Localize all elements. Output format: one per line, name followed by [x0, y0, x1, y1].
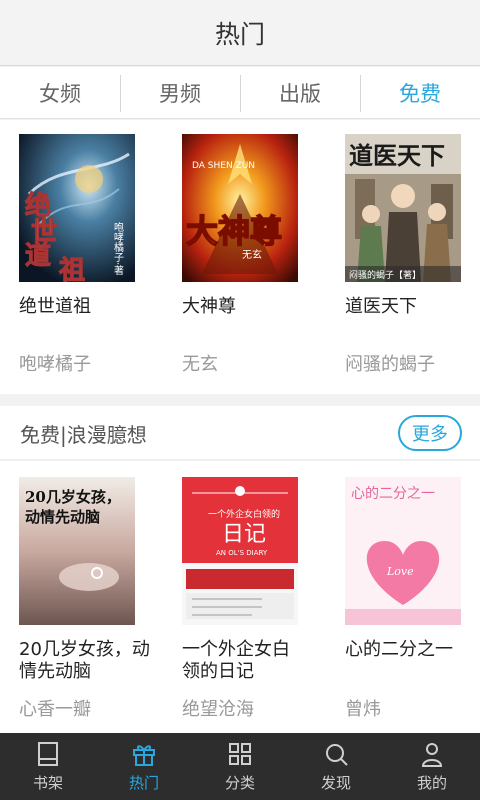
book-title[interactable]: 绝世道祖	[19, 296, 159, 318]
book-author: 咆哮橘子	[19, 354, 91, 375]
book-title[interactable]: 大神尊	[182, 296, 322, 318]
book-author: 闷骚的蝎子	[345, 354, 435, 375]
nav-popular[interactable]: 热门	[96, 733, 192, 800]
cover-author: 闷骚的蝎子【著】	[349, 269, 421, 281]
nav-discover[interactable]: 发现	[288, 733, 384, 800]
tab-female[interactable]: 女频	[0, 67, 120, 118]
section-title: 免费|浪漫臆想	[20, 423, 147, 447]
nav-label: 分类	[224, 774, 255, 792]
cover-subtitle: 一个外企女白领的	[208, 508, 280, 520]
cover-title: 心的二分之一	[351, 486, 435, 502]
cover-title-3: 道	[25, 240, 51, 271]
nav-label: 我的	[416, 774, 447, 792]
category-tabs: 女频 男频 出版 免费	[0, 67, 480, 119]
tab-male[interactable]: 男频	[120, 67, 240, 118]
cover-image: 绝 世 道 祖 咆哮橘子·著	[19, 134, 135, 282]
cover-english: AN OL'S DIARY	[216, 549, 268, 557]
cover-author: 无玄	[242, 248, 262, 261]
cover-title: 大神尊	[186, 212, 282, 250]
tab-label: 免费	[399, 81, 441, 106]
cover-author: 咆哮橘子·著	[112, 222, 124, 275]
cover-image: 道医天下 闷骚的蝎子【著】	[345, 134, 461, 282]
page-title: 热门	[214, 19, 265, 49]
gift-icon	[133, 745, 155, 766]
section-header: 免费|浪漫臆想 更多	[0, 406, 480, 460]
nav-label: 发现	[320, 774, 351, 792]
tab-label: 男频	[159, 81, 201, 106]
tab-label: 出版	[279, 81, 321, 106]
nav-category[interactable]: 分类	[192, 733, 288, 800]
book-cover[interactable]: 心的二分之一 Love	[345, 477, 461, 625]
cover-image: 心的二分之一 Love	[345, 477, 461, 625]
book-author: 曾炜	[345, 699, 381, 720]
cover-title: 20几岁女孩，动情先动脑	[25, 488, 121, 526]
search-icon	[326, 744, 348, 766]
nav-label: 书架	[32, 774, 63, 792]
book-title[interactable]: 20几岁女孩，动情先动脑	[19, 639, 159, 683]
cover-image: 20几岁女孩，动情先动脑	[19, 477, 135, 625]
bookshelf-icon	[38, 742, 58, 766]
book-card[interactable]: 绝 世 道 祖 咆哮橘子·著 绝世道祖 咆哮橘子	[19, 134, 159, 384]
grid-icon	[229, 743, 251, 765]
book-cover[interactable]: 绝 世 道 祖 咆哮橘子·著	[19, 134, 135, 282]
nav-mine[interactable]: 我的	[384, 733, 480, 800]
book-cover[interactable]: 道医天下 闷骚的蝎子【著】	[345, 134, 461, 282]
cover-subtitle: DA SHEN ZUN	[192, 161, 255, 171]
tab-free[interactable]: 免费	[360, 67, 480, 118]
tab-label: 女频	[39, 81, 81, 106]
book-card[interactable]: 20几岁女孩，动情先动脑 20几岁女孩，动情先动脑 心香一瓣	[19, 477, 159, 727]
book-cover[interactable]: 一个外企女白领的 日记 AN OL'S DIARY	[182, 477, 298, 625]
nav-label: 热门	[128, 774, 159, 792]
book-author: 无玄	[182, 354, 218, 375]
cover-image: DA SHEN ZUN 大神尊 无玄	[182, 134, 298, 282]
nav-bookshelf[interactable]: 书架	[0, 733, 96, 800]
book-card[interactable]: 一个外企女白领的 日记 AN OL'S DIARY 一个外企女白领的日记 绝望沧…	[182, 477, 322, 727]
featured-books: 绝 世 道 祖 咆哮橘子·著 绝世道祖 咆哮橘子 DA SHEN ZUN 大神尊…	[0, 120, 480, 394]
book-title[interactable]: 一个外企女白领的日记	[182, 639, 302, 683]
book-cover[interactable]: 20几岁女孩，动情先动脑	[19, 477, 135, 625]
book-title[interactable]: 心的二分之一	[345, 639, 480, 661]
book-author: 心香一瓣	[19, 699, 91, 720]
cover-title: 道医天下	[349, 141, 445, 170]
book-cover[interactable]: DA SHEN ZUN 大神尊 无玄	[182, 134, 298, 282]
cover-title: 日记	[222, 522, 266, 547]
book-card[interactable]: 道医天下 闷骚的蝎子【著】 道医天下 闷骚的蝎子	[345, 134, 480, 384]
tab-published[interactable]: 出版	[240, 67, 360, 118]
book-author: 绝望沧海	[182, 699, 254, 720]
more-button[interactable]: 更多	[398, 415, 462, 451]
book-card[interactable]: 心的二分之一 Love 心的二分之一 曾炜	[345, 477, 480, 727]
app-header: 热门	[0, 0, 480, 66]
cover-love: Love	[386, 565, 414, 578]
cover-title-4: 祖	[58, 256, 85, 282]
user-icon	[421, 743, 443, 767]
book-title[interactable]: 道医天下	[345, 296, 480, 318]
bottom-nav: 书架 热门 分类 发现 我的	[0, 733, 480, 800]
free-romance-books: 20几岁女孩，动情先动脑 20几岁女孩，动情先动脑 心香一瓣 一个外企女白领的 …	[0, 461, 480, 733]
cover-image: 一个外企女白领的 日记 AN OL'S DIARY	[182, 477, 298, 625]
book-card[interactable]: DA SHEN ZUN 大神尊 无玄 大神尊 无玄	[182, 134, 322, 384]
